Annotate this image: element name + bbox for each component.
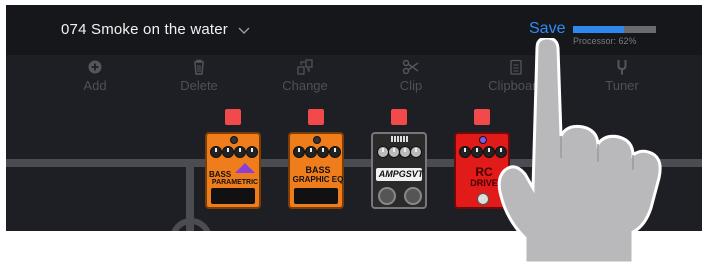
scissors-icon	[402, 59, 420, 75]
knob[interactable]	[471, 146, 483, 158]
add-label: Add	[83, 78, 107, 93]
pedal-led	[479, 136, 487, 144]
pointing-hand-icon	[495, 38, 665, 263]
pedal-select-button[interactable]	[474, 109, 490, 125]
footswitch[interactable]	[404, 187, 422, 205]
knob[interactable]	[410, 146, 422, 158]
knob[interactable]	[317, 146, 329, 158]
pedal-bass-graphic-eq[interactable]: BASS GRAPHIC EQ	[288, 132, 344, 209]
footswitch[interactable]	[294, 188, 338, 204]
processor-meter-fill	[573, 26, 625, 33]
add-button[interactable]: Add	[55, 59, 135, 93]
pedal-select-button[interactable]	[308, 109, 324, 125]
knob[interactable]	[234, 146, 246, 158]
knob[interactable]	[459, 146, 471, 158]
processor-meter	[573, 26, 656, 33]
save-button[interactable]: Save	[529, 20, 565, 38]
knob[interactable]	[305, 146, 317, 158]
footswitch[interactable]	[211, 188, 255, 204]
plus-circle-icon	[86, 59, 104, 75]
knob[interactable]	[293, 146, 305, 158]
clip-label: Clip	[399, 78, 423, 93]
clip-button[interactable]: Clip	[371, 59, 451, 93]
pedal-led	[313, 136, 321, 144]
knob[interactable]	[210, 146, 222, 158]
delete-button[interactable]: Delete	[159, 59, 239, 93]
grille-icon	[391, 136, 409, 142]
pedal-ampgsvt[interactable]: AMPGSVT	[371, 132, 427, 209]
knob[interactable]	[222, 146, 234, 158]
pedal-label-line2: GRAPHIC EQ	[292, 175, 344, 184]
trash-icon	[190, 59, 208, 75]
delete-label: Delete	[180, 78, 218, 93]
knob[interactable]	[329, 146, 341, 158]
swap-icon	[296, 59, 314, 75]
knob[interactable]	[246, 146, 258, 158]
change-label: Change	[282, 78, 328, 93]
knob[interactable]	[483, 146, 495, 158]
pedal-led	[230, 136, 238, 144]
chain-input-ring	[170, 218, 212, 231]
pedal-label-line1: BASS	[305, 165, 331, 175]
change-button[interactable]: Change	[265, 59, 345, 93]
pedal-bass-parametric-eq[interactable]: BASS PARAMETRIC EQ	[205, 132, 261, 209]
pedal-label-line1: AMPGSVT	[378, 169, 424, 179]
chevron-down-icon[interactable]	[237, 23, 251, 37]
pedal-select-button[interactable]	[225, 109, 241, 125]
preset-name[interactable]: 074 Smoke on the water	[61, 21, 228, 38]
pedal-select-button[interactable]	[391, 109, 407, 125]
footswitch[interactable]	[477, 193, 489, 205]
footswitch[interactable]	[378, 187, 396, 205]
